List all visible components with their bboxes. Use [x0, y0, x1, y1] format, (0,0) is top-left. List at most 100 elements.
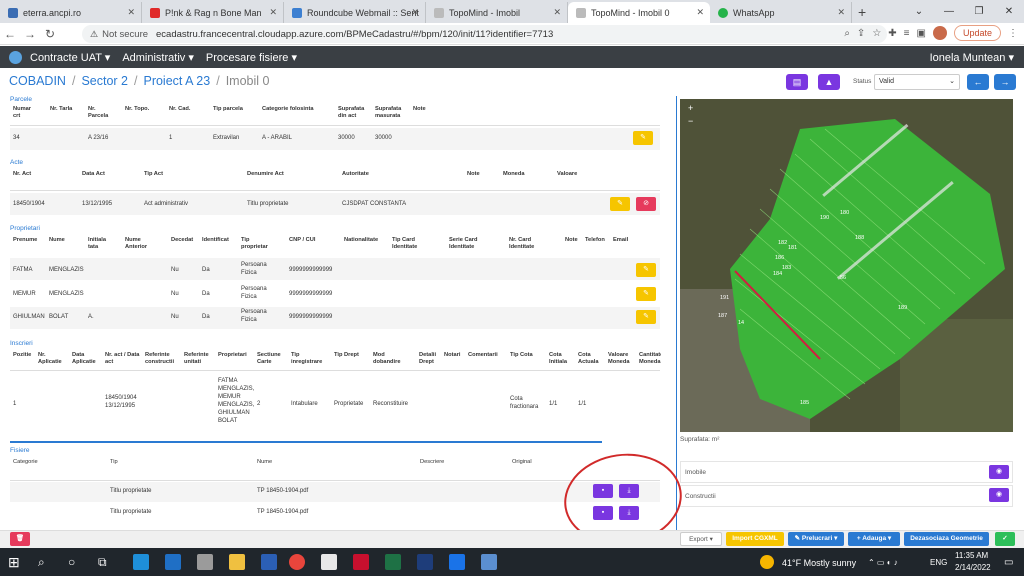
app-icon[interactable]: [481, 554, 497, 570]
delete-button[interactable]: ⊘: [636, 197, 656, 211]
browser-tab-bar: eterra.ancpi.ro ✕ P!nk & Rag n Bone Man ✕ …: [0, 0, 1024, 23]
view-imobile-button[interactable]: ◉: [989, 465, 1009, 479]
col-header: Moneda: [503, 171, 525, 177]
maximize-icon[interactable]: ❐: [964, 0, 994, 23]
prev-button[interactable]: ←: [967, 74, 989, 90]
import-cgxml-button[interactable]: Import CGXML: [726, 532, 784, 546]
task-view-icon[interactable]: ⧉: [98, 554, 114, 570]
weather-icon[interactable]: [760, 555, 774, 569]
adauga-button[interactable]: + Adauga ▾: [848, 532, 900, 546]
next-button[interactable]: →: [994, 74, 1016, 90]
col-header: Tip Cota: [510, 352, 533, 358]
close-icon[interactable]: ✕: [127, 7, 135, 18]
scroll-indicator[interactable]: [10, 441, 602, 443]
app-icon[interactable]: [417, 554, 433, 570]
file-explorer-icon[interactable]: [229, 554, 245, 570]
col-header: Suprafata masurata: [375, 106, 402, 119]
view-constructii-button[interactable]: ◉: [989, 488, 1009, 502]
search-icon[interactable]: ⌕: [38, 554, 54, 570]
cortana-icon[interactable]: ○: [68, 554, 84, 570]
language-indicator[interactable]: ENG: [930, 558, 947, 567]
forward-icon[interactable]: →: [20, 27, 40, 41]
status-select[interactable]: Valid ⌄: [874, 74, 960, 90]
edit-button[interactable]: ✎: [636, 263, 656, 277]
calculator-icon[interactable]: [197, 554, 213, 570]
tray-icons[interactable]: ⌃ ▭ ◐ ♪: [868, 558, 898, 567]
col-header: Email: [613, 237, 629, 243]
save-button[interactable]: ✓: [995, 532, 1015, 546]
chevron-down-icon: ⌄: [949, 78, 955, 85]
word-icon[interactable]: [261, 554, 277, 570]
minimize-icon[interactable]: —: [934, 0, 964, 23]
browser-tab[interactable]: WhatsApp ✕: [710, 2, 852, 23]
extension-icon[interactable]: ✚: [888, 28, 896, 39]
export-button[interactable]: Export ▾: [680, 532, 722, 546]
zoom-in-icon[interactable]: +: [688, 103, 693, 113]
browser-tab[interactable]: P!nk & Rag n Bone Man ✕: [142, 2, 284, 23]
close-icon[interactable]: ✕: [837, 7, 845, 18]
profile-avatar[interactable]: [932, 26, 947, 40]
edge-icon[interactable]: [133, 554, 149, 570]
youtube-icon: [150, 7, 160, 18]
mail-icon[interactable]: [165, 554, 181, 570]
close-icon[interactable]: ✕: [696, 7, 704, 18]
map-toggle-button[interactable]: ▤: [786, 74, 808, 90]
edit-button[interactable]: ✎: [636, 287, 656, 301]
update-button[interactable]: Update: [953, 25, 1001, 41]
zoom-out-icon[interactable]: −: [688, 116, 693, 126]
url-field[interactable]: ⚠ Not secure ecadastru.francecentral.clo…: [82, 25, 887, 43]
browser-tab[interactable]: TopoMind - Imobil ✕: [426, 2, 568, 23]
col-header: Referinte unitati: [184, 352, 209, 365]
close-icon[interactable]: ✕: [269, 7, 277, 18]
browser-tab-active[interactable]: TopoMind - Imobil 0 ✕: [568, 2, 710, 23]
close-window-icon[interactable]: ✕: [994, 0, 1024, 23]
windows-start-icon[interactable]: ⊞: [8, 554, 24, 570]
breadcrumb-item[interactable]: Proiect A 23: [143, 74, 210, 88]
autocad-icon[interactable]: [353, 554, 369, 570]
col-header: Data Aplicatie: [72, 352, 96, 365]
share-icon[interactable]: ⇪: [857, 28, 865, 39]
reload-icon[interactable]: ↻: [40, 27, 60, 41]
prelucrari-button[interactable]: ✎ Prelucrari ▾: [788, 532, 844, 546]
star-icon[interactable]: ☆: [872, 28, 881, 39]
notifications-icon[interactable]: ▭: [1004, 557, 1013, 568]
back-icon[interactable]: ←: [0, 27, 20, 41]
menu-administrativ[interactable]: Administrativ ▾: [122, 51, 194, 64]
user-menu[interactable]: Ionela Muntean ▾: [930, 51, 1014, 64]
breadcrumb-item[interactable]: COBADIN: [9, 74, 66, 88]
clock-time[interactable]: 11:35 AM: [955, 551, 988, 560]
edit-button[interactable]: ✎: [633, 131, 653, 145]
teamviewer-icon[interactable]: [449, 554, 465, 570]
breadcrumb-item[interactable]: Sector 2: [81, 74, 128, 88]
clock-date[interactable]: 2/14/2022: [955, 563, 991, 572]
extension-icon[interactable]: ▣: [917, 28, 926, 39]
extension-icon[interactable]: ≡: [904, 28, 910, 39]
cell: 30000: [338, 135, 355, 141]
cell: 18450/1904 13/12/1995: [105, 395, 137, 409]
menu-contracte[interactable]: Contracte UAT ▾: [30, 51, 110, 64]
close-icon[interactable]: ✕: [411, 7, 419, 18]
edit-button[interactable]: ✎: [610, 197, 630, 211]
edit-button[interactable]: ✎: [636, 310, 656, 324]
parcel-label: 186: [775, 255, 784, 261]
warning-button[interactable]: ▲: [818, 74, 840, 90]
app-logo-icon[interactable]: [9, 50, 22, 64]
parcel-label: 189: [898, 305, 907, 311]
cell: Nu: [171, 267, 179, 273]
browser-tab[interactable]: Roundcube Webmail :: Sent ✕: [284, 2, 426, 23]
dezasociaza-button[interactable]: Dezasociaza Geometrie: [904, 532, 989, 546]
map-view[interactable]: 190 191 187 186 184 183 182 181 180 188 …: [680, 99, 1013, 432]
excel-icon[interactable]: [385, 554, 401, 570]
new-tab-button[interactable]: +: [858, 2, 866, 23]
app-icon[interactable]: [321, 554, 337, 570]
zoom-icon[interactable]: ⌕: [844, 28, 850, 39]
col-header: Tip Card Identitate: [392, 237, 418, 250]
chrome-icon[interactable]: [289, 554, 305, 570]
weather-text[interactable]: 41°F Mostly sunny: [782, 558, 856, 568]
browser-tab[interactable]: eterra.ancpi.ro ✕: [0, 2, 142, 23]
menu-procesare[interactable]: Procesare fisiere ▾: [206, 51, 297, 64]
close-icon[interactable]: ✕: [553, 7, 561, 18]
menu-dots-icon[interactable]: ⋮: [1008, 28, 1018, 39]
delete-imobil-button[interactable]: 🗑: [10, 532, 30, 546]
chevron-down-icon[interactable]: ⌄: [904, 0, 934, 23]
